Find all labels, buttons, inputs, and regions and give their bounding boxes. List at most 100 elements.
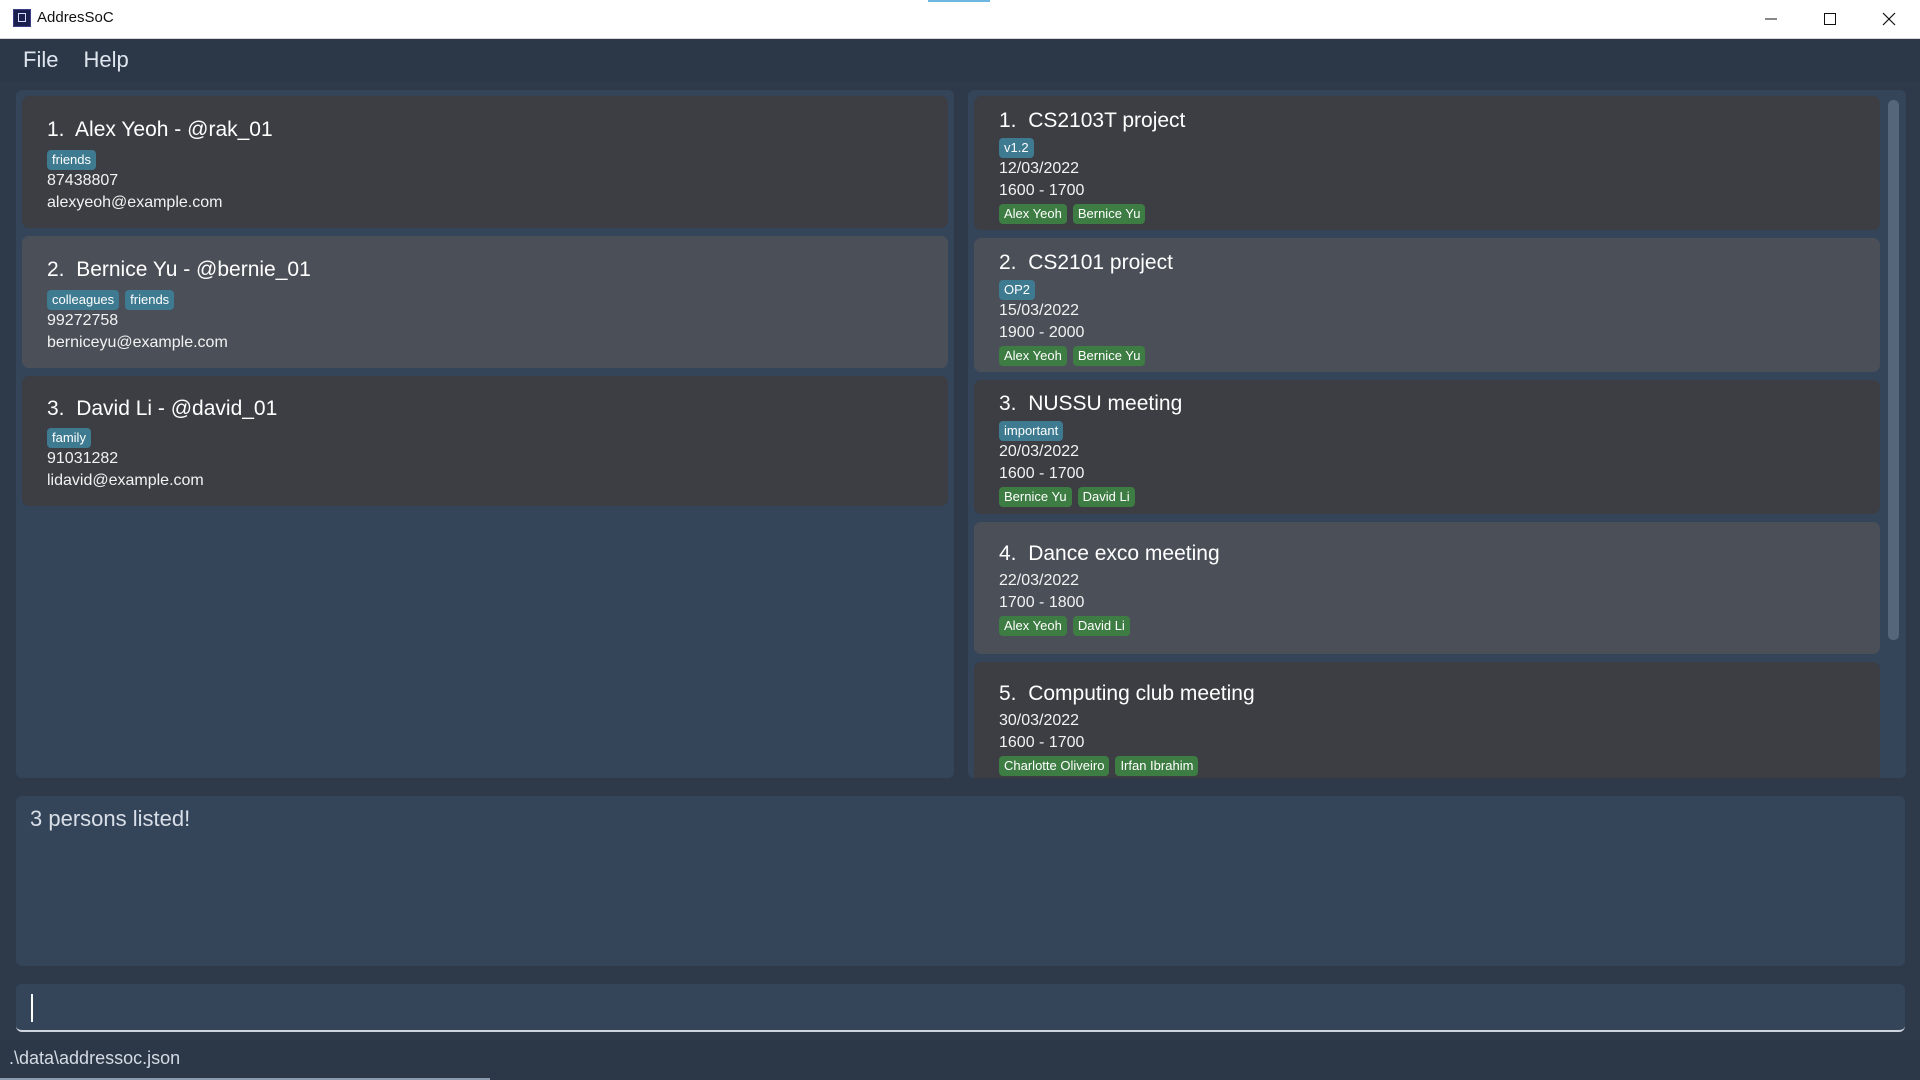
tag-badge: friends xyxy=(125,290,175,310)
person-heading: 2. Bernice Yu - @bernie_01 xyxy=(47,258,311,281)
menu-help[interactable]: Help xyxy=(83,47,128,73)
close-button[interactable] xyxy=(1860,0,1918,38)
person-handle: @rak_01 xyxy=(187,118,273,141)
event-tags: v1.2 xyxy=(999,138,1034,158)
event-participants: Alex Yeoh David Li xyxy=(999,616,1130,636)
event-index: 1. xyxy=(999,109,1017,132)
title-bar-accent xyxy=(928,0,990,2)
title-bar[interactable]: AddresSoC xyxy=(0,0,1920,39)
event-card[interactable]: 2. CS2101 project OP2 15/03/2022 1900 - … xyxy=(974,238,1880,372)
command-box[interactable] xyxy=(16,984,1905,1032)
person-phone: 91031282 xyxy=(47,450,119,467)
participant-badge: David Li xyxy=(1072,616,1130,636)
tag-badge: v1.2 xyxy=(999,138,1034,158)
person-email: lidavid@example.com xyxy=(47,472,204,489)
event-time: 1900 - 2000 xyxy=(999,324,1085,341)
event-card[interactable]: 4. Dance exco meeting 22/03/2022 1700 - … xyxy=(974,522,1880,654)
person-tags: family xyxy=(47,428,91,448)
event-index: 2. xyxy=(999,251,1017,274)
menu-bar: File Help xyxy=(0,39,1920,81)
tag-badge: important xyxy=(999,421,1064,441)
person-index: 2. xyxy=(47,258,65,281)
person-phone: 87438807 xyxy=(47,172,119,189)
person-handle: @bernie_01 xyxy=(196,258,311,281)
tag-badge: friends xyxy=(47,150,97,170)
maximize-icon xyxy=(1824,13,1836,25)
tag-badge: colleagues xyxy=(47,290,120,310)
event-list-scrollbar[interactable] xyxy=(1888,100,1899,640)
minimize-icon xyxy=(1765,18,1777,20)
event-date: 15/03/2022 xyxy=(999,302,1080,319)
person-list-panel[interactable]: 1. Alex Yeoh - @rak_01 friends 87438807 … xyxy=(16,90,954,778)
person-index: 1. xyxy=(47,118,65,141)
event-date: 20/03/2022 xyxy=(999,443,1080,460)
person-heading: 1. Alex Yeoh - @rak_01 xyxy=(47,118,273,141)
event-participants: Charlotte Oliveiro Irfan Ibrahim xyxy=(999,756,1199,776)
person-name: David Li xyxy=(76,397,153,420)
participant-badge: Alex Yeoh xyxy=(999,204,1067,224)
event-index: 4. xyxy=(999,542,1017,565)
event-time: 1600 - 1700 xyxy=(999,465,1085,482)
close-icon xyxy=(1882,12,1896,26)
person-tags: colleagues friends xyxy=(47,290,175,310)
person-card[interactable]: 2. Bernice Yu - @bernie_01 colleagues fr… xyxy=(22,236,948,368)
event-name: Computing club meeting xyxy=(1028,682,1255,705)
person-index: 3. xyxy=(47,397,65,420)
minimize-button[interactable] xyxy=(1742,0,1800,38)
tag-badge: family xyxy=(47,428,91,448)
event-date: 12/03/2022 xyxy=(999,160,1080,177)
maximize-button[interactable] xyxy=(1801,0,1859,38)
person-tags: friends xyxy=(47,150,97,170)
event-participants: Alex Yeoh Bernice Yu xyxy=(999,346,1146,366)
participant-badge: Alex Yeoh xyxy=(999,616,1067,636)
result-message: 3 persons listed! xyxy=(30,806,191,831)
event-heading: 3. NUSSU meeting xyxy=(999,392,1182,416)
event-heading: 2. CS2101 project xyxy=(999,251,1173,275)
event-time: 1600 - 1700 xyxy=(999,734,1085,751)
command-input[interactable] xyxy=(38,990,1892,1026)
window-title: AddresSoC xyxy=(37,9,114,26)
menu-file[interactable]: File xyxy=(23,47,58,73)
status-bar: .\data\addressoc.json xyxy=(0,1040,1920,1080)
event-tags: OP2 xyxy=(999,280,1036,300)
result-display: 3 persons listed! xyxy=(16,796,1905,966)
person-phone: 99272758 xyxy=(47,312,119,329)
event-index: 5. xyxy=(999,682,1017,705)
event-tags: important xyxy=(999,421,1064,441)
tag-badge: OP2 xyxy=(999,280,1036,300)
person-card[interactable]: 1. Alex Yeoh - @rak_01 friends 87438807 … xyxy=(22,96,948,228)
event-card[interactable]: 5. Computing club meeting 30/03/2022 160… xyxy=(974,662,1880,778)
app-window: AddresSoC File Help 1. Alex Yeoh - @rak_… xyxy=(0,0,1920,1080)
event-name: CS2101 project xyxy=(1028,251,1173,274)
person-email: alexyeoh@example.com xyxy=(47,194,223,211)
event-list-panel[interactable]: 1. CS2103T project v1.2 12/03/2022 1600 … xyxy=(968,90,1906,778)
participant-badge: Charlotte Oliveiro xyxy=(999,756,1110,776)
person-name: Alex Yeoh xyxy=(75,118,169,141)
person-name: Bernice Yu xyxy=(76,258,178,281)
participant-badge: Bernice Yu xyxy=(1072,346,1146,366)
event-date: 22/03/2022 xyxy=(999,572,1080,589)
event-card[interactable]: 3. NUSSU meeting important 20/03/2022 16… xyxy=(974,380,1880,514)
text-caret xyxy=(31,994,33,1022)
app-icon xyxy=(13,9,31,27)
event-participants: Alex Yeoh Bernice Yu xyxy=(999,204,1146,224)
event-name: NUSSU meeting xyxy=(1028,392,1183,415)
event-name: Dance exco meeting xyxy=(1028,542,1220,565)
event-index: 3. xyxy=(999,392,1017,415)
participant-badge: Bernice Yu xyxy=(999,487,1072,507)
person-handle: @david_01 xyxy=(170,397,278,420)
event-name: CS2103T project xyxy=(1028,109,1186,132)
event-heading: 5. Computing club meeting xyxy=(999,682,1255,706)
save-file-path: .\data\addressoc.json xyxy=(9,1048,181,1068)
person-heading: 3. David Li - @david_01 xyxy=(47,397,278,420)
person-card[interactable]: 3. David Li - @david_01 family 91031282 … xyxy=(22,376,948,506)
event-heading: 4. Dance exco meeting xyxy=(999,542,1220,566)
event-participants: Bernice Yu David Li xyxy=(999,487,1135,507)
event-heading: 1. CS2103T project xyxy=(999,109,1185,133)
event-card[interactable]: 1. CS2103T project v1.2 12/03/2022 1600 … xyxy=(974,96,1880,230)
participant-badge: Bernice Yu xyxy=(1072,204,1146,224)
event-time: 1600 - 1700 xyxy=(999,182,1085,199)
person-email: berniceyu@example.com xyxy=(47,334,228,351)
participant-badge: Alex Yeoh xyxy=(999,346,1067,366)
event-date: 30/03/2022 xyxy=(999,712,1080,729)
